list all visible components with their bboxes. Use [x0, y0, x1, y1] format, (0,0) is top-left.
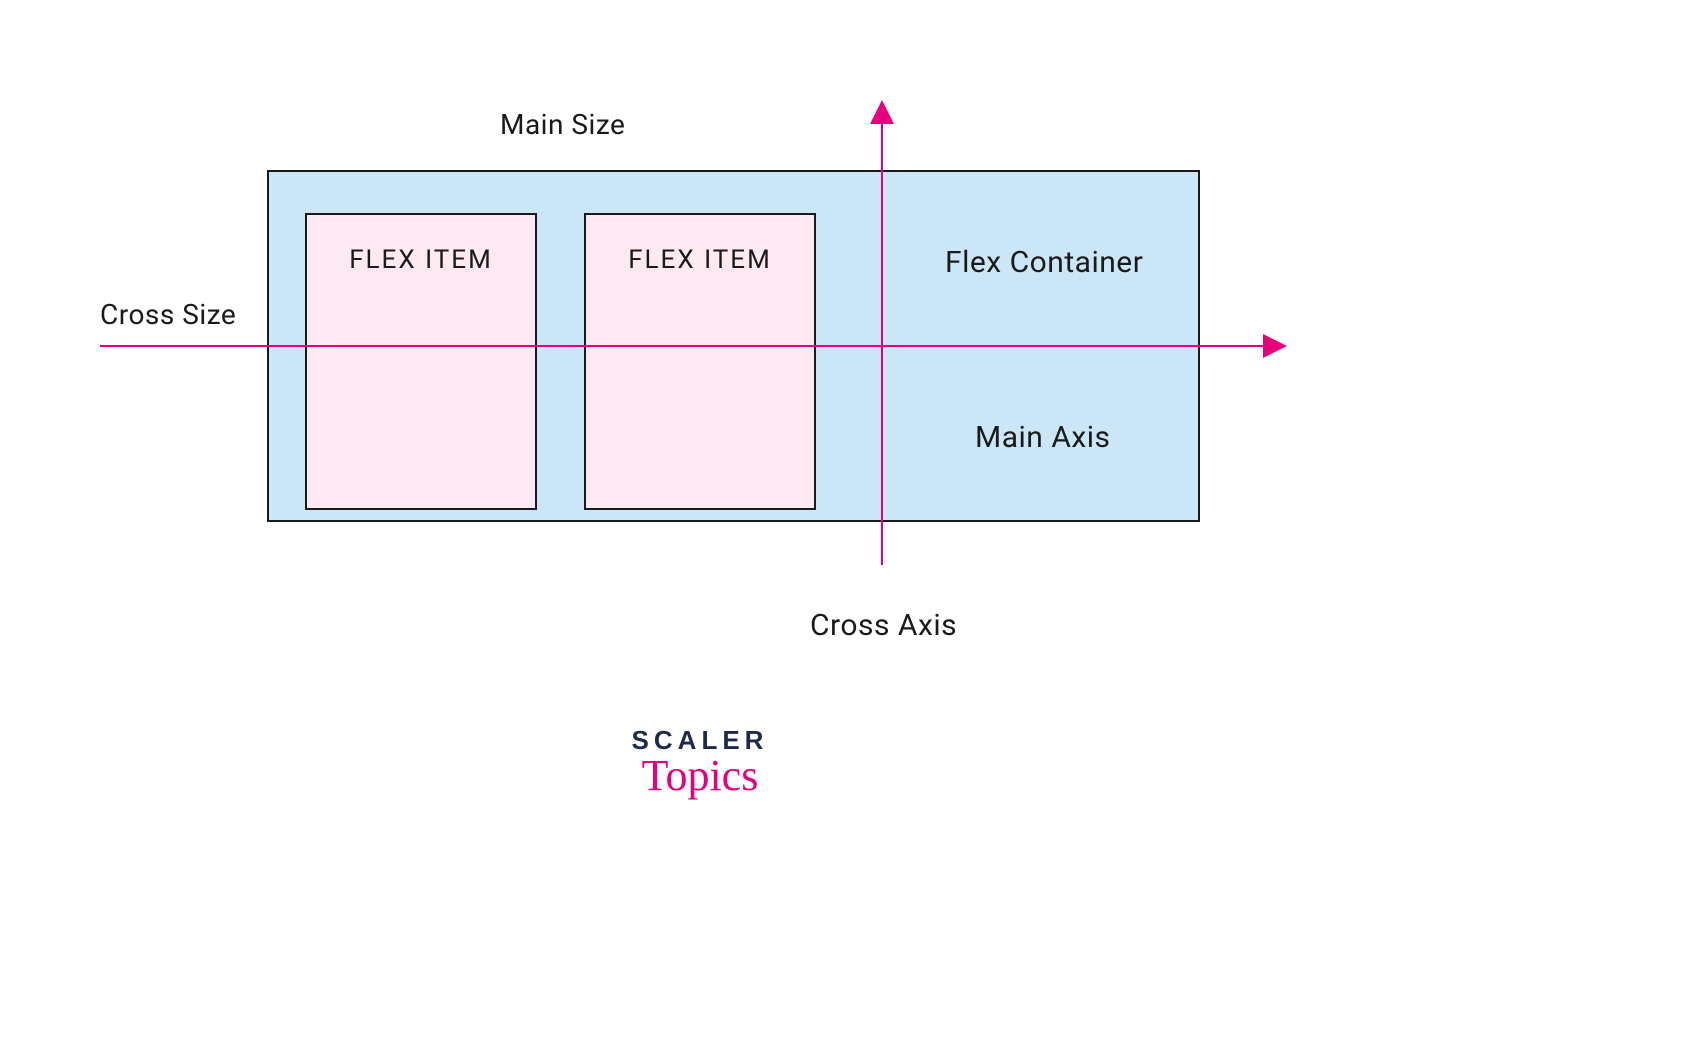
cross-size-label: Cross Size — [100, 298, 236, 331]
flex-item-1-label: FLEX ITEM — [349, 245, 493, 275]
main-axis-label: Main Axis — [975, 420, 1111, 455]
diagram-stage: FLEX ITEM FLEX ITEM Main Size Cross Size… — [0, 0, 1701, 1057]
flex-item-1: FLEX ITEM — [305, 213, 537, 510]
main-size-label: Main Size — [500, 108, 625, 141]
logo-line-2: Topics — [625, 750, 775, 801]
flex-container-label: Flex Container — [945, 245, 1143, 280]
axes-arrows — [0, 0, 1701, 1057]
flex-item-2-label: FLEX ITEM — [628, 245, 772, 275]
flex-item-2: FLEX ITEM — [584, 213, 816, 510]
scaler-topics-logo: SCALER Topics — [625, 725, 775, 801]
cross-axis-label: Cross Axis — [810, 608, 957, 643]
